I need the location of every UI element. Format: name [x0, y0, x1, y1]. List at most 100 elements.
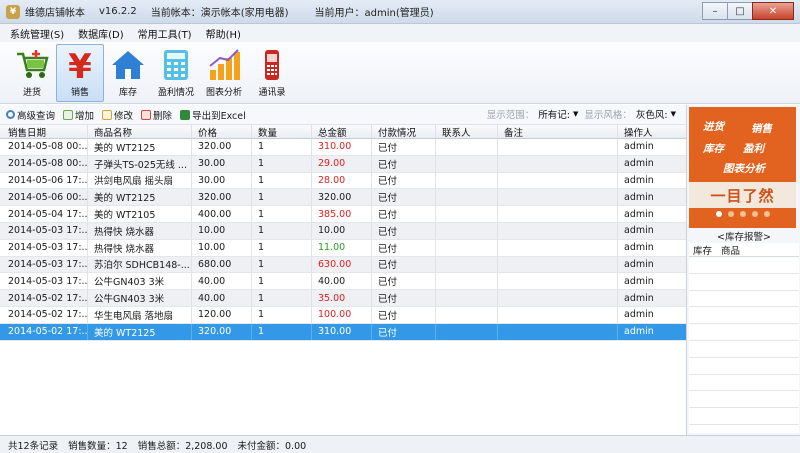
cell-note	[498, 239, 618, 256]
advanced-search-button[interactable]: 高级查询	[6, 108, 55, 122]
cell-name: 华生电风扇 落地扇	[88, 306, 192, 323]
cell-total: 320.00	[312, 189, 372, 206]
pager-dot[interactable]	[727, 211, 734, 217]
pager-dot[interactable]	[739, 211, 746, 217]
cell-total: 310.00	[312, 139, 372, 155]
cell-pay: 已付	[372, 256, 436, 273]
toolbar-sales-button[interactable]: ¥ 销售	[56, 44, 104, 102]
pager-dot[interactable]	[715, 211, 722, 217]
column-header-qty[interactable]: 数量	[252, 125, 312, 138]
cell-date: 2014-05-03 17:...	[0, 239, 88, 256]
style-select[interactable]: 灰色风: ▼	[636, 107, 676, 121]
promo-banner[interactable]: 进货 销售 库存 盈利 图表分析 一目了然	[689, 107, 796, 228]
minimize-button[interactable]: –	[702, 2, 728, 20]
cell-date: 2014-05-06 17:...	[0, 172, 88, 189]
cell-price: 10.00	[192, 239, 252, 256]
toolbar-label: 图表分析	[205, 88, 242, 98]
cell-contact	[436, 256, 498, 273]
toolbar-label: 库存	[118, 88, 137, 98]
cell-contact	[436, 222, 498, 239]
edit-button[interactable]: 修改	[102, 108, 133, 122]
toolbar-purchase-button[interactable]: 进货	[8, 44, 56, 102]
stock-column-header[interactable]: 商品	[717, 243, 740, 257]
cell-qty: 1	[252, 306, 312, 323]
cell-name: 苏泊尔 SDHCB148-...	[88, 256, 192, 273]
menu-tools[interactable]: 常用工具(T)	[138, 26, 192, 41]
menu-help[interactable]: 帮助(H)	[206, 26, 241, 41]
toolbar-contacts-button[interactable]: 通讯录	[248, 44, 296, 102]
cell-op: admin	[624, 242, 654, 254]
range-select[interactable]: 所有记: ▼	[538, 107, 578, 121]
cell-date: 2014-05-08 00:...	[0, 155, 88, 172]
table-row[interactable]: 2014-05-02 17:... 公牛GN403 3米 40.00 1 35.00 已付…	[0, 290, 686, 307]
table-row[interactable]: 2014-05-03 17:... 热得快 烧水器 10.00 1 11.00 已付 adm…	[0, 239, 686, 257]
cell-name: 美的 WT2125	[88, 323, 192, 340]
current-account: 当前帐本：演示帐本(家用电器)	[150, 8, 289, 19]
delete-button[interactable]: 删除	[141, 108, 172, 122]
cell-date: 2014-05-02 17:...	[0, 290, 88, 306]
cell-qty: 1	[252, 256, 312, 273]
cell-pay: 已付	[372, 273, 436, 290]
cell-note	[498, 323, 618, 340]
column-header-date[interactable]: 销售日期	[0, 125, 88, 138]
table-row[interactable]: 2014-05-03 17:... 公牛GN403 3米 40.00 1 40.00 已付…	[0, 273, 686, 291]
status-bar: 共12条记录 销售数量：12 销售总额：2,208.00 未付金额：0.00	[0, 435, 800, 453]
table-row[interactable]: 2014-05-02 17:... 华生电风扇 落地扇 120.00 1 100.00 已…	[0, 306, 686, 324]
banner-word: 进货	[703, 121, 724, 133]
table-row[interactable]: 2014-05-08 00:... 美的 WT2125 320.00 1 310.00 已…	[0, 139, 686, 156]
column-header-contact[interactable]: 联系人	[436, 125, 498, 138]
banner-pager	[689, 211, 796, 217]
column-header-name[interactable]: 商品名称	[88, 125, 192, 138]
cell-note	[498, 222, 618, 239]
export-excel-button[interactable]: 导出到Excel	[180, 108, 246, 122]
range-label: 显示范围：	[486, 110, 535, 121]
table-row[interactable]: 2014-05-08 00:... 子弹头TS-025无线 ... 30.00 1 29…	[0, 155, 686, 173]
column-header-total[interactable]: 总金额	[312, 125, 372, 138]
table-row[interactable]: 2014-05-04 17:... 美的 WT2105 400.00 1 385.00 已…	[0, 206, 686, 223]
pager-dot[interactable]	[763, 211, 770, 217]
calculator-icon	[164, 50, 188, 80]
cell-date: 2014-05-03 17:...	[0, 273, 88, 290]
cell-qty: 1	[252, 155, 312, 172]
menu-database[interactable]: 数据库(D)	[78, 26, 124, 41]
cell-total: 28.00	[312, 172, 372, 189]
toolbar-label: 通讯录	[258, 88, 286, 98]
close-button[interactable]: ✕	[752, 2, 794, 20]
column-header-operator[interactable]: 操作人	[618, 125, 686, 139]
maximize-icon: □	[735, 5, 745, 17]
cell-contact	[436, 323, 498, 340]
toolbar-profit-button[interactable]: 盈利情况	[152, 44, 200, 102]
cell-contact	[436, 189, 498, 206]
table-row[interactable]: 2014-05-06 17:... 洪剑电风扇 摇头扇 30.00 1 28.00 已付 a…	[0, 172, 686, 190]
window-controls: – □ ✕	[702, 2, 794, 20]
banner-word: 盈利	[743, 143, 764, 155]
toolbar-chart-button[interactable]: 图表分析	[200, 44, 248, 102]
column-header-note[interactable]: 备注	[498, 125, 618, 138]
menu-system[interactable]: 系统管理(S)	[10, 26, 64, 41]
banner-word: 库存	[703, 143, 724, 155]
cell-date: 2014-05-02 17:...	[0, 306, 88, 323]
cell-note	[498, 290, 618, 306]
column-header-payment[interactable]: 付款情况	[372, 125, 436, 138]
column-header-price[interactable]: 价格	[192, 125, 252, 138]
table-header: 销售日期 商品名称 价格 数量 总金额 付款情况 联系人 备注 操作人	[0, 125, 686, 139]
stock-alert-header: 库存 商品	[689, 243, 799, 257]
style-value: 灰色风:	[635, 110, 668, 121]
cell-total: 10.00	[312, 222, 372, 239]
cell-date: 2014-05-08 00:...	[0, 139, 88, 155]
table-row[interactable]: 2014-05-03 17:... 苏泊尔 SDHCB148-... 680.00 1…	[0, 256, 686, 274]
table-row[interactable]: 2014-05-02 17:... 美的 WT2125 320.00 1 310.00 已…	[0, 323, 686, 341]
cell-op: admin	[624, 158, 654, 170]
title-bar: ¥ 维德店铺帐本 v16.2.2 当前帐本：演示帐本(家用电器) 当前用户：ad…	[0, 0, 800, 24]
banner-slogan-area: 一目了然	[689, 182, 796, 208]
pager-dot[interactable]	[751, 211, 758, 217]
action-bar: 高级查询 增加 修改 删除 导出到Excel 显示范围： 所有记: ▼ 显示风格：…	[0, 105, 686, 125]
maximize-button[interactable]: □	[727, 2, 753, 20]
toolbar-stock-button[interactable]: 库存	[104, 44, 152, 102]
cell-total: 310.00	[312, 323, 372, 340]
table-row[interactable]: 2014-05-03 17:... 热得快 烧水器 10.00 1 10.00 已付 adm…	[0, 222, 686, 240]
add-button[interactable]: 增加	[63, 108, 94, 122]
stock-column-header[interactable]: 库存	[689, 243, 717, 257]
cell-note	[498, 189, 618, 206]
table-row[interactable]: 2014-05-06 00:... 美的 WT2125 320.00 1 320.00 已…	[0, 189, 686, 207]
